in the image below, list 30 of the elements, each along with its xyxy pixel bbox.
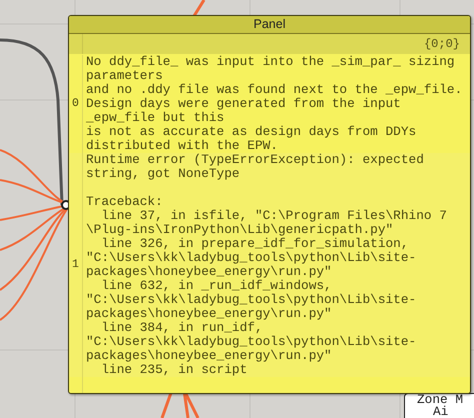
text-line: and no .ddy file was found next to the _epw_file. bbox=[86, 83, 462, 97]
panel[interactable] bbox=[68, 15, 471, 394]
component-label: Ai bbox=[432, 406, 450, 418]
text-line: line 37, in isfile, "C:\Program Files\Rhino 7 bbox=[100, 209, 447, 223]
text-line: parameters bbox=[86, 69, 164, 83]
text-line: distributed with the EPW. bbox=[86, 139, 279, 153]
text-line: Traceback: bbox=[86, 195, 164, 209]
text-line: string, got NoneType bbox=[86, 167, 241, 181]
component-box[interactable]: Zone M Ai bbox=[404, 393, 474, 418]
text-line: Design days were generated from the input bbox=[86, 97, 402, 111]
text-line: line 326, in prepare_idf_for_simulation, bbox=[100, 237, 410, 251]
path-label: {0;0} bbox=[422, 36, 461, 53]
component-label: Zone M bbox=[416, 394, 464, 406]
text-line: _epw_file but this bbox=[86, 111, 226, 125]
text-line: "C:\Users\kk\ladybug_tools\python\Lib\site- bbox=[86, 335, 418, 349]
text-line: "C:\Users\kk\ladybug_tools\python\Lib\site- bbox=[86, 251, 418, 265]
text-line: line 235, in script bbox=[100, 363, 248, 377]
text-line: "C:\Users\kk\ladybug_tools\python\Lib\site- bbox=[86, 293, 418, 307]
text-line: line 384, in run_idf, bbox=[100, 321, 264, 335]
text-line: \Plug-ins\IronPython\Lib\genericpath.py" bbox=[86, 223, 394, 237]
text-line: No ddy_file_ was input into the _sim_par_ sizing bbox=[86, 55, 456, 69]
panel-title[interactable]: Panel bbox=[69, 16, 470, 34]
text-line: Runtime error (TypeErrorException): expected bbox=[86, 153, 425, 167]
item-index: 0 bbox=[72, 97, 79, 111]
text-line: is not as accurate as design days from DDYs bbox=[86, 125, 418, 139]
text-line: packages\honeybee_energy\run.py" bbox=[86, 307, 333, 321]
text-line: packages\honeybee_energy\run.py" bbox=[86, 349, 333, 363]
text-line: packages\honeybee_energy\run.py" bbox=[86, 265, 333, 279]
item-index: 1 bbox=[72, 258, 79, 272]
text-line: line 632, in _run_idf_windows, bbox=[100, 279, 333, 293]
